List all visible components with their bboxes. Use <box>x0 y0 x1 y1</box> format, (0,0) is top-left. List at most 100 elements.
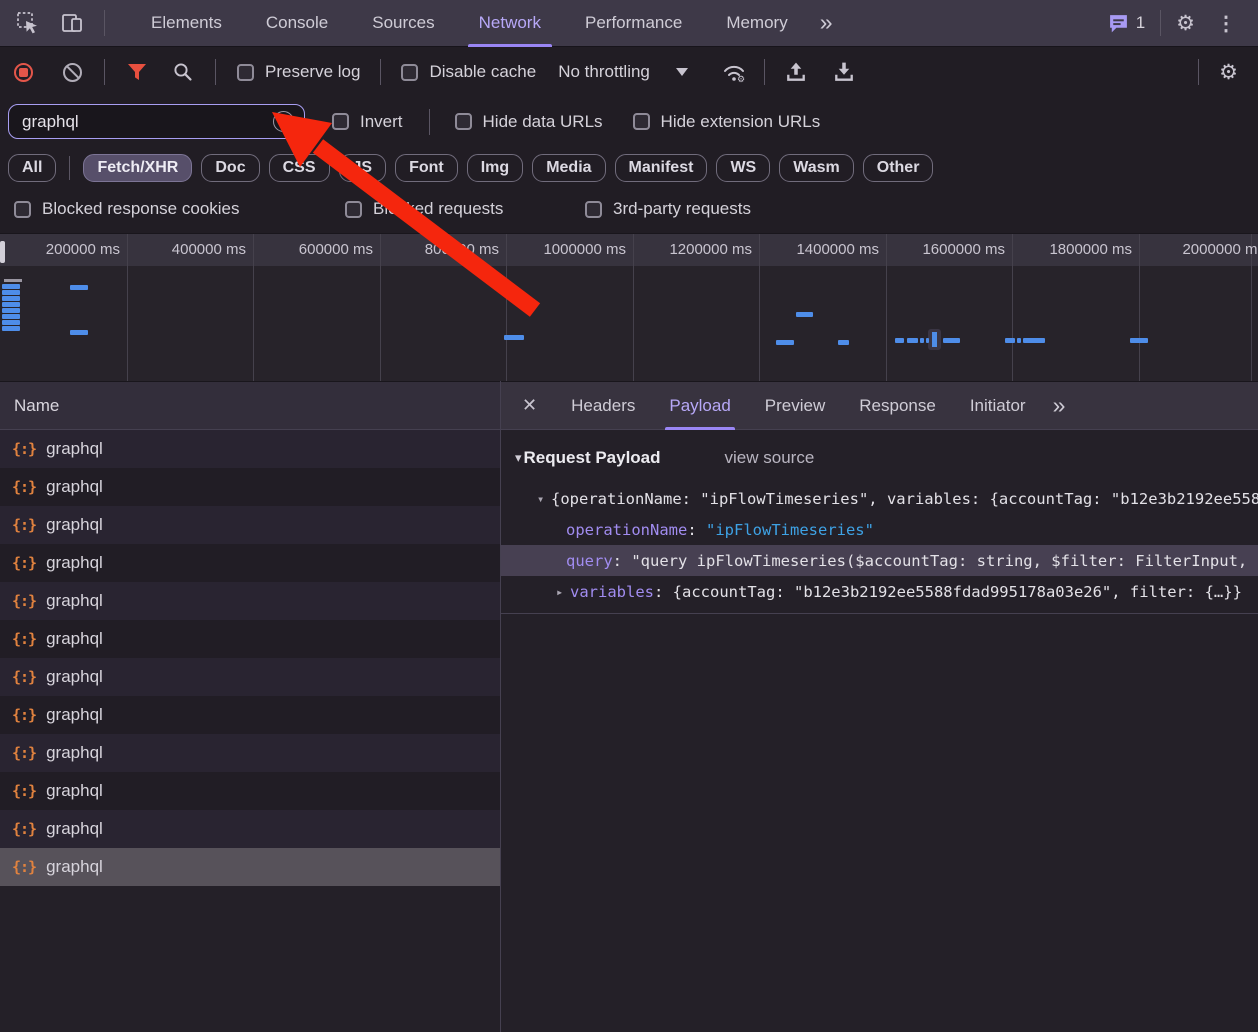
request-name: graphql <box>46 705 103 725</box>
waterfall-bar <box>2 314 20 319</box>
fetch-xhr-icon: {:} <box>12 630 36 648</box>
timeline-ruler[interactable]: 200000 ms 400000 ms 600000 ms 800000 ms … <box>0 233 1258 266</box>
tree-expand-icon[interactable]: ▾ <box>537 492 551 506</box>
fetch-xhr-icon: {:} <box>12 858 36 876</box>
preserve-log-checkbox[interactable] <box>237 64 254 81</box>
payload-entry-row[interactable]: ▸ variables: {accountTag: "b12e3b2192ee5… <box>501 576 1258 607</box>
invert-toggle[interactable]: Invert <box>332 112 403 132</box>
tab-elements[interactable]: Elements <box>129 0 244 47</box>
more-panels-icon[interactable]: » <box>810 0 843 47</box>
tab-payload[interactable]: Payload <box>652 382 747 430</box>
request-row[interactable]: {:}graphql <box>0 506 500 544</box>
hide-extension-urls-checkbox[interactable] <box>633 113 650 130</box>
tab-console[interactable]: Console <box>244 0 350 47</box>
view-source-link[interactable]: view source <box>725 448 815 468</box>
chip-other[interactable]: Other <box>863 154 934 182</box>
more-details-tabs-icon[interactable]: » <box>1043 383 1076 428</box>
tab-network[interactable]: Network <box>457 0 563 47</box>
chip-css[interactable]: CSS <box>269 154 330 182</box>
payload-root-row[interactable]: ▾ {operationName: "ipFlowTimeseries", va… <box>501 483 1258 514</box>
inspect-element-icon[interactable] <box>16 11 40 35</box>
hide-data-urls-checkbox[interactable] <box>455 113 472 130</box>
issues-bubble-icon <box>1108 13 1129 34</box>
search-icon[interactable] <box>173 62 193 82</box>
payload-entry-row-highlighted[interactable]: query: "query ipFlowTimeseries($accountT… <box>501 545 1258 576</box>
record-network-log-button[interactable] <box>14 63 33 82</box>
toolbar-separator <box>1198 59 1199 85</box>
settings-gear-icon[interactable]: ⚙ <box>1176 13 1195 34</box>
tab-initiator[interactable]: Initiator <box>953 382 1043 430</box>
request-row[interactable]: {:}graphql <box>0 620 500 658</box>
third-party-checkbox[interactable] <box>585 201 602 218</box>
blocked-requests-toggle[interactable]: Blocked requests <box>345 199 503 219</box>
tab-headers[interactable]: Headers <box>554 382 652 430</box>
fetch-xhr-icon: {:} <box>12 478 36 496</box>
invert-checkbox[interactable] <box>332 113 349 130</box>
chip-font[interactable]: Font <box>395 154 458 182</box>
request-row[interactable]: {:}graphql <box>0 772 500 810</box>
fetch-xhr-icon: {:} <box>12 516 36 534</box>
disable-cache-toggle[interactable]: Disable cache <box>401 62 536 82</box>
payload-entry-row[interactable]: operationName: "ipFlowTimeseries" <box>501 514 1258 545</box>
request-row[interactable]: {:}graphql <box>0 696 500 734</box>
disable-cache-checkbox[interactable] <box>401 64 418 81</box>
chip-doc[interactable]: Doc <box>201 154 259 182</box>
tab-preview[interactable]: Preview <box>748 382 842 430</box>
request-row-selected[interactable]: {:}graphql <box>0 848 500 886</box>
chip-js[interactable]: JS <box>339 154 387 182</box>
request-row[interactable]: {:}graphql <box>0 582 500 620</box>
toggle-device-toolbar-icon[interactable] <box>60 11 84 35</box>
chip-ws[interactable]: WS <box>716 154 770 182</box>
chip-all[interactable]: All <box>8 154 56 182</box>
tab-memory[interactable]: Memory <box>704 0 809 47</box>
network-conditions-icon[interactable]: ⚙ <box>720 61 748 83</box>
waterfall-bar <box>2 296 20 301</box>
chip-manifest[interactable]: Manifest <box>615 154 708 182</box>
chip-fetch-xhr[interactable]: Fetch/XHR <box>83 154 192 182</box>
blocked-cookies-toggle[interactable]: Blocked response cookies <box>14 199 240 219</box>
throttling-dropdown[interactable]: No throttling <box>558 62 688 82</box>
toolbar-separator <box>380 59 381 85</box>
clear-network-log-button[interactable] <box>63 63 82 82</box>
filter-separator <box>429 109 430 135</box>
tab-response[interactable]: Response <box>842 382 953 430</box>
clear-filter-icon[interactable]: ✕ <box>273 111 294 132</box>
request-row[interactable]: {:}graphql <box>0 468 500 506</box>
import-har-icon[interactable] <box>785 61 807 83</box>
payload-divider <box>501 613 1258 614</box>
request-row[interactable]: {:}graphql <box>0 544 500 582</box>
blocked-requests-checkbox[interactable] <box>345 201 362 218</box>
pane-splitter[interactable] <box>500 381 501 1032</box>
timeline-tick: 1800000 ms <box>1049 241 1132 258</box>
payload-value: {accountTag: "b12e3b2192ee5588fdad995178… <box>673 583 1242 601</box>
tree-collapsed-icon[interactable]: ▸ <box>556 585 570 599</box>
fetch-xhr-icon: {:} <box>12 744 36 762</box>
request-row[interactable]: {:}graphql <box>0 734 500 772</box>
filter-funnel-icon[interactable] <box>127 63 147 81</box>
chip-media[interactable]: Media <box>532 154 605 182</box>
request-payload-section-header[interactable]: ▾ Request Payload view source <box>515 448 1258 468</box>
fetch-xhr-icon: {:} <box>12 440 36 458</box>
request-row[interactable]: {:}graphql <box>0 810 500 848</box>
request-row[interactable]: {:}graphql <box>0 430 500 468</box>
tab-performance[interactable]: Performance <box>563 0 704 47</box>
chip-wasm[interactable]: Wasm <box>779 154 854 182</box>
issues-counter[interactable]: 1 <box>1108 13 1145 34</box>
hide-extension-urls-toggle[interactable]: Hide extension URLs <box>633 112 821 132</box>
filter-text-input[interactable]: graphql ✕ <box>8 104 305 139</box>
close-details-icon[interactable]: ✕ <box>501 395 554 416</box>
name-column-header[interactable]: Name <box>0 382 500 430</box>
timeline-waterfall[interactable] <box>0 266 1258 381</box>
third-party-toggle[interactable]: 3rd-party requests <box>585 199 751 219</box>
request-payload-title: Request Payload <box>524 448 661 468</box>
waterfall-bar <box>838 340 849 345</box>
preserve-log-toggle[interactable]: Preserve log <box>237 62 360 82</box>
network-settings-gear-icon[interactable]: ⚙ <box>1219 62 1238 83</box>
blocked-cookies-checkbox[interactable] <box>14 201 31 218</box>
tab-sources[interactable]: Sources <box>350 0 456 47</box>
menu-kebab-icon[interactable]: ⋮ <box>1210 11 1242 36</box>
hide-data-urls-toggle[interactable]: Hide data URLs <box>455 112 603 132</box>
chip-img[interactable]: Img <box>467 154 523 182</box>
request-row[interactable]: {:}graphql <box>0 658 500 696</box>
export-har-icon[interactable] <box>833 61 855 83</box>
